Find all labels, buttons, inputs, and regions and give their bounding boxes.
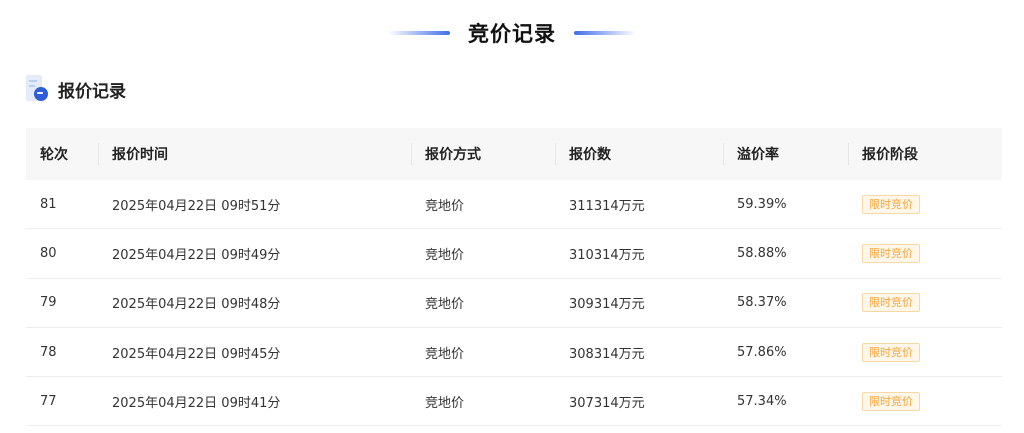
- stage-badge: 限时竞价: [862, 342, 920, 362]
- column-header-amount: 报价数: [555, 128, 723, 180]
- header-separator: [555, 143, 556, 165]
- cell-time: 2025年04月22日 09时48分: [112, 297, 281, 313]
- header-separator: [723, 143, 724, 165]
- page-title-bar: 竞价记录: [0, 18, 1024, 48]
- cell-rate: 59.39%: [737, 196, 787, 212]
- table-row: 79 2025年04月22日 09时48分 竞地价 309314万元 58.37…: [26, 279, 1002, 328]
- table-row: 78 2025年04月22日 09时45分 竞地价 308314万元 57.86…: [26, 328, 1002, 378]
- cell-rate: 57.86%: [737, 344, 787, 360]
- cell-rate: 58.37%: [737, 295, 787, 311]
- table-row: 80 2025年04月22日 09时49分 竞地价 310314万元 58.88…: [26, 229, 1002, 279]
- cell-method: 竞地价: [425, 247, 465, 263]
- cell-time: 2025年04月22日 09时41分: [112, 395, 281, 411]
- cell-round: 78: [40, 344, 57, 360]
- table-row: 77 2025年04月22日 09时41分 竞地价 307314万元 57.34…: [26, 377, 1002, 427]
- cell-rate: 57.34%: [737, 393, 787, 409]
- document-icon: [26, 75, 48, 103]
- cell-round: 80: [40, 245, 57, 261]
- column-header-method: 报价方式: [411, 128, 555, 180]
- cell-round: 79: [40, 295, 57, 311]
- cell-time: 2025年04月22日 09时45分: [112, 346, 281, 362]
- cell-stage: 限时竞价: [848, 180, 1002, 228]
- column-header-round: 轮次: [40, 147, 68, 163]
- cell-amount: 308314万元: [569, 346, 645, 362]
- stage-badge: 限时竞价: [862, 391, 920, 411]
- bid-record-page: 竞价记录 报价记录 轮次 报价时间 报价方式 报价数 溢价率 报价阶段 81 2…: [0, 0, 1024, 433]
- cell-amount: 307314万元: [569, 395, 645, 411]
- cell-rate: 58.88%: [737, 245, 787, 261]
- cell-amount: 311314万元: [569, 198, 645, 214]
- cell-method: 竞地价: [425, 346, 465, 362]
- header-separator: [848, 143, 849, 165]
- column-header-time: 报价时间: [98, 128, 411, 180]
- cell-round: 81: [40, 196, 57, 212]
- cell-amount: 310314万元: [569, 247, 645, 263]
- header-separator: [98, 143, 99, 165]
- table-header: 轮次 报价时间 报价方式 报价数 溢价率 报价阶段: [26, 128, 1002, 180]
- table-row: 81 2025年04月22日 09时51分 竞地价 311314万元 59.39…: [26, 180, 1002, 230]
- section-header: 报价记录: [26, 75, 126, 103]
- cell-time: 2025年04月22日 09时49分: [112, 247, 281, 263]
- stage-badge: 限时竞价: [862, 293, 920, 313]
- cell-round: 77: [40, 393, 57, 409]
- cell-stage: 限时竞价: [848, 229, 1002, 277]
- cell-amount: 309314万元: [569, 297, 645, 313]
- cell-stage: 限时竞价: [848, 279, 1002, 327]
- stage-badge: 限时竞价: [862, 194, 920, 214]
- cell-method: 竞地价: [425, 297, 465, 313]
- title-decoration-right: [574, 31, 636, 35]
- column-header-rate: 溢价率: [723, 128, 848, 180]
- cell-stage: 限时竞价: [848, 377, 1002, 425]
- stage-badge: 限时竞价: [862, 243, 920, 263]
- cell-time: 2025年04月22日 09时51分: [112, 198, 281, 214]
- cell-method: 竞地价: [425, 395, 465, 411]
- cell-method: 竞地价: [425, 198, 465, 214]
- page-title: 竞价记录: [468, 22, 556, 46]
- header-separator: [411, 143, 412, 165]
- cell-stage: 限时竞价: [848, 328, 1002, 376]
- bid-table: 轮次 报价时间 报价方式 报价数 溢价率 报价阶段 81 2025年04月22日…: [26, 128, 1002, 427]
- section-title: 报价记录: [58, 81, 126, 102]
- column-header-stage: 报价阶段: [848, 128, 1002, 180]
- title-decoration-left: [388, 31, 450, 35]
